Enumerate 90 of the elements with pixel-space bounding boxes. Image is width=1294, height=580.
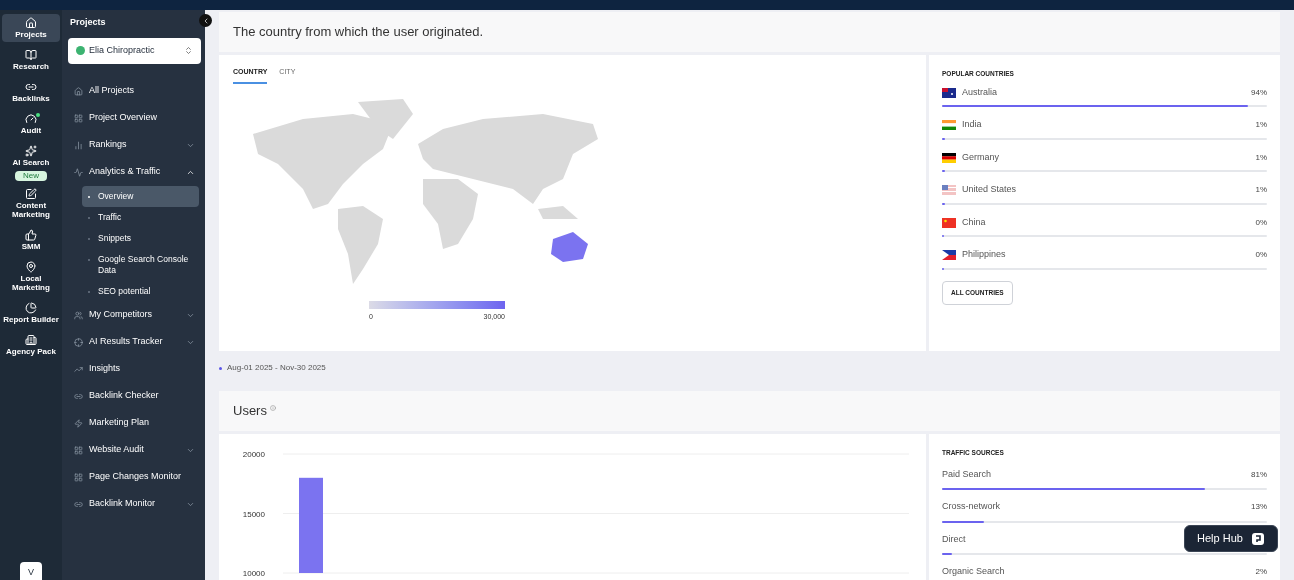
sidebar-subitem[interactable]: Google Search Console Data (82, 248, 199, 281)
flag-icon (942, 185, 956, 195)
rail-item[interactable]: Local Marketing (2, 258, 60, 295)
building-icon (25, 334, 37, 346)
sidebar-title: Projects (69, 16, 107, 29)
y-tick: 20000 (242, 450, 265, 459)
source-name: Direct (942, 532, 966, 546)
pie-chart-icon (25, 302, 37, 314)
avatar[interactable]: V (20, 562, 42, 580)
sidebar-subitem[interactable]: Overview (82, 185, 199, 207)
bolt-icon (74, 418, 83, 428)
sidebar-item[interactable]: Page Changes Monitor (68, 463, 199, 491)
country-name: United States (962, 183, 1018, 197)
sidebar-item[interactable]: Rankings (68, 131, 199, 159)
source-name: Cross-network (942, 500, 1000, 514)
sidebar-item[interactable]: AI Results Tracker (68, 328, 199, 356)
link-icon (25, 81, 37, 93)
rail-item[interactable]: Audit (2, 110, 60, 138)
percent-value: 2% (1255, 566, 1267, 578)
country-name: India (962, 118, 983, 132)
card-title: Users (233, 402, 267, 421)
sidebar-item[interactable]: Backlink Checker (68, 382, 199, 410)
y-tick: 10000 (242, 569, 265, 578)
percent-value: 1% (1255, 151, 1267, 164)
country-name: Philippines (962, 248, 1007, 262)
grid-icon (74, 472, 83, 482)
new-badge: New (15, 171, 47, 181)
flag-icon (942, 87, 956, 98)
rail-item[interactable]: SMM (2, 226, 60, 254)
map-pin-icon (25, 261, 37, 273)
percent-value: 0% (1255, 216, 1267, 229)
info-icon (269, 405, 276, 411)
users-icon (74, 310, 83, 320)
grid-icon (74, 113, 83, 123)
percent-value: 1% (1255, 184, 1267, 196)
help-hub-icon (1250, 531, 1265, 546)
trend-icon (74, 364, 83, 374)
rail-item[interactable]: Content Marketing (2, 185, 60, 222)
sidebar-item[interactable]: Analytics & Traffic (68, 158, 199, 186)
rail-item[interactable]: AI Search (2, 142, 60, 170)
percent-value: 0% (1255, 249, 1267, 261)
rail-item[interactable]: Backlinks (2, 78, 60, 106)
sidebar-item[interactable]: All Projects (68, 77, 199, 105)
sidebar-item[interactable]: My Competitors (68, 301, 199, 329)
link-icon (74, 391, 83, 401)
percent-value: 94% (1251, 86, 1267, 99)
project-selector[interactable]: Elia Chiropractic (68, 37, 201, 64)
percent-value: 13% (1251, 501, 1267, 513)
bar-chart-icon (74, 140, 83, 150)
edit-icon (25, 188, 37, 200)
source-name: Organic Search (942, 565, 1005, 579)
rail-item[interactable]: Research (2, 46, 60, 74)
flag-icon (942, 250, 956, 260)
sidebar-item[interactable]: Insights (68, 355, 199, 383)
home-icon (25, 17, 37, 29)
country-name: China (962, 215, 987, 229)
book-icon (25, 49, 37, 61)
flag-icon (942, 217, 956, 228)
sidebar-subitem[interactable]: Snippets (82, 227, 199, 249)
sidebar-subitem[interactable]: SEO potential (82, 280, 199, 302)
card-title: The country from which the user originated. (233, 23, 483, 42)
thumbs-up-icon (25, 229, 37, 241)
pulse-icon (74, 167, 83, 177)
link-icon (74, 499, 83, 509)
project-icon (76, 46, 85, 55)
percent-value: 81% (1251, 468, 1267, 481)
updown-icon (184, 46, 193, 55)
help-hub-button[interactable]: Help Hub (1184, 525, 1278, 552)
sidebar-item[interactable]: Marketing Plan (68, 409, 199, 437)
percent-value: 1% (1255, 119, 1267, 131)
rail-item[interactable]: Agency Pack (2, 331, 60, 359)
flag-icon (942, 152, 956, 163)
home-icon (74, 86, 83, 96)
flag-icon (942, 120, 956, 130)
country-name: Germany (962, 150, 1000, 164)
y-tick: 15000 (242, 509, 265, 519)
grid-icon (74, 445, 83, 455)
crosshair-icon (74, 337, 83, 347)
australia-region (551, 231, 588, 262)
source-name: Paid Search (942, 467, 992, 481)
sidebar-subitem[interactable]: Traffic (82, 206, 199, 228)
sidebar-item[interactable]: Backlink Monitor (68, 490, 199, 518)
sidebar-item[interactable]: Project Overview (68, 104, 199, 132)
gauge-icon (25, 113, 37, 125)
sidebar-item[interactable]: Website Audit (68, 436, 199, 464)
rail-item[interactable]: Projects (2, 14, 60, 42)
date-range: Aug-01 2025 - Nov-30 2025 (227, 362, 326, 374)
country-name: Australia (962, 85, 998, 99)
rail-item[interactable]: Report Builder (2, 299, 60, 327)
sparkle-icon (25, 145, 37, 157)
